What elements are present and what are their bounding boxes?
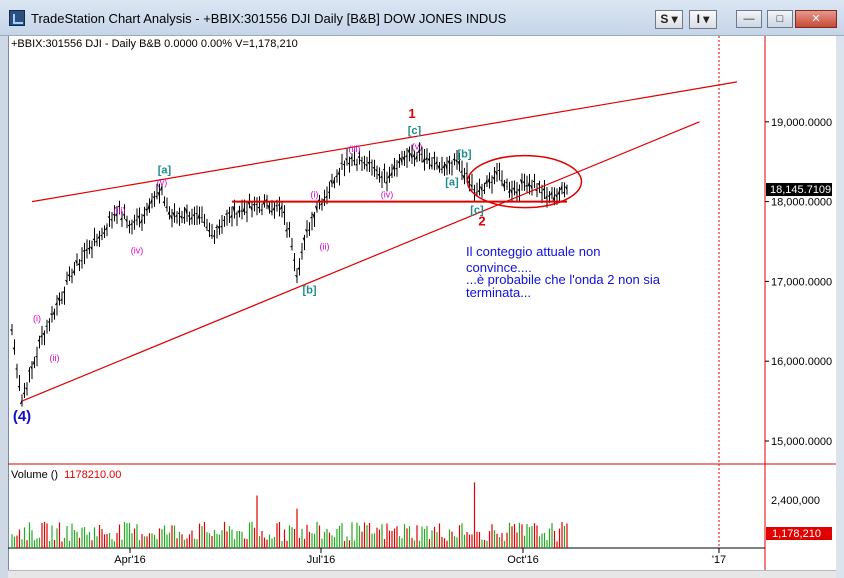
- price-bar-open: [347, 162, 350, 165]
- price-bar-open: [277, 204, 280, 206]
- last-volume-label: 1,178,210: [772, 528, 821, 540]
- price-bar-open: [240, 210, 243, 212]
- wave-label-primary: 1: [408, 106, 415, 121]
- price-bar-open: [440, 168, 443, 171]
- price-bar-open: [547, 195, 550, 197]
- wave-label-minor: (i): [33, 313, 41, 323]
- price-bar-open: [472, 188, 475, 191]
- time-axis-label: Apr'16: [114, 554, 145, 566]
- last-price-label: 18,145.7109: [770, 184, 831, 196]
- grid-layer: [8, 36, 836, 570]
- price-chart: (i)(ii)(iii)(iv)(v)(i)(ii)(iii)(iv)(v)[a…: [8, 36, 836, 570]
- trendlines: [21, 81, 738, 402]
- price-bar-open: [127, 224, 130, 227]
- trendline: [21, 121, 700, 402]
- time-axis-label: Oct'16: [507, 554, 538, 566]
- wave-label-intermediate: [c]: [408, 125, 422, 137]
- wave-label-minor: (iv): [131, 245, 144, 255]
- wave-label-intermediate: [b]: [302, 284, 316, 296]
- wave-label-minor: (ii): [320, 241, 330, 251]
- price-bar-open: [195, 212, 198, 215]
- price-tick-label: 18,000.0000: [771, 197, 832, 209]
- price-tick-label: 16,000.0000: [771, 356, 832, 368]
- wave-label-minor: (v): [412, 142, 423, 152]
- price-bar-open: [47, 321, 50, 323]
- comment-line-4: terminata...: [466, 285, 531, 300]
- wave-label-intermediate: [a]: [445, 177, 459, 189]
- wave-label-primary: 2: [478, 214, 485, 229]
- price-bar-open: [275, 205, 278, 207]
- price-bar-open: [535, 189, 538, 192]
- price-bar-open: [475, 192, 478, 194]
- price-bar-open: [490, 181, 493, 184]
- wave-label-minor: (i): [311, 190, 319, 200]
- horizontal-scrollbar[interactable]: [8, 570, 836, 578]
- trendline: [31, 81, 738, 203]
- price-tick-label: 17,000.0000: [771, 276, 832, 288]
- time-axis-label: '17: [712, 554, 726, 566]
- wave-label-minor: (v): [157, 178, 168, 188]
- volume-bars: [11, 482, 568, 548]
- price-bar-open: [202, 221, 205, 224]
- axes: 19,000.0000 18,000.0000 17,000.0000 16,000.…: [114, 117, 832, 566]
- price-tick-label: 15,000.0000: [771, 436, 832, 448]
- price-bar-open: [362, 161, 365, 164]
- price-bar-open: [540, 192, 543, 194]
- price-bar-open: [260, 209, 263, 212]
- price-bar-open: [82, 250, 85, 252]
- wave-label-minor: (iii): [349, 144, 361, 154]
- price-bar-open: [307, 229, 310, 231]
- comment-line-1: Il conteggio attuale non: [466, 244, 600, 259]
- price-bar-open: [215, 226, 218, 229]
- wave-label-minor: (iv): [381, 190, 394, 200]
- wave-label-intermediate: [a]: [158, 165, 172, 177]
- price-bar-open: [505, 181, 508, 184]
- wave-label-minor: (ii): [50, 353, 60, 363]
- price-bar-open: [15, 368, 18, 370]
- price-bar-open: [432, 157, 435, 159]
- volume-tick-label: 2,400,000: [771, 495, 820, 507]
- price-bar-open: [210, 234, 213, 237]
- price-bar-open: [352, 159, 355, 162]
- wave-label-intermediate: [b]: [457, 149, 471, 161]
- wave-label-minor: (iii): [114, 206, 126, 216]
- wave-label-cycle: (4): [13, 408, 31, 425]
- price-bar-open: [135, 219, 138, 221]
- comment-box: Il conteggio attuale non convince.... ..…: [466, 244, 661, 300]
- time-axis-label: Jul'16: [307, 554, 335, 566]
- price-bar-open: [155, 195, 158, 198]
- right-edge: [836, 36, 844, 578]
- price-tick-label: 19,000.0000: [771, 117, 832, 129]
